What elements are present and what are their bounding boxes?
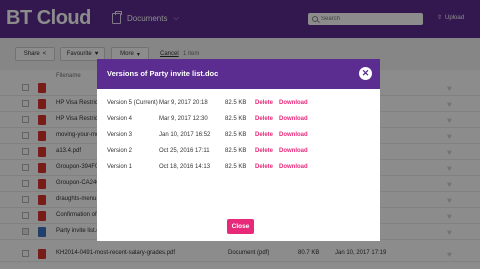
download-version-link[interactable]: Download: [279, 148, 308, 154]
version-size: 82.5 KB: [225, 116, 247, 122]
delete-version-link[interactable]: Delete: [255, 164, 273, 170]
version-size: 82.5 KB: [225, 148, 247, 154]
version-date: Mar 9, 2017 12:30: [159, 116, 208, 122]
version-size: 82.5 KB: [225, 164, 247, 170]
version-date: Mar 9, 2017 20:18: [159, 100, 208, 106]
version-row: Version 4 Mar 9, 2017 12:30 82.5 KB Dele…: [97, 113, 380, 127]
delete-version-link[interactable]: Delete: [255, 116, 273, 122]
dialog-title: Versions of Party invite list.doc: [107, 69, 219, 78]
close-button[interactable]: Close: [227, 219, 254, 234]
version-row: Version 5 (Current) Mar 9, 2017 20:18 82…: [97, 97, 380, 111]
versions-dialog: Versions of Party invite list.doc ✕ Vers…: [97, 59, 380, 241]
download-version-link[interactable]: Download: [279, 132, 308, 138]
dialog-header: Versions of Party invite list.doc ✕: [97, 59, 380, 89]
version-name: Version 5 (Current): [107, 100, 158, 106]
version-row: Version 2 Oct 25, 2016 17:11 82.5 KB Del…: [97, 145, 380, 159]
delete-version-link[interactable]: Delete: [255, 132, 273, 138]
version-name: Version 1: [107, 164, 133, 170]
version-date: Jan 10, 2017 16:52: [159, 132, 211, 138]
version-row: Version 3 Jan 10, 2017 16:52 82.5 KB Del…: [97, 129, 380, 143]
version-size: 82.5 KB: [225, 100, 247, 106]
close-icon[interactable]: ✕: [359, 67, 372, 80]
version-date: Oct 25, 2016 17:11: [159, 148, 210, 154]
version-name: Version 3: [107, 132, 133, 138]
version-name: Version 4: [107, 116, 133, 122]
version-size: 82.5 KB: [225, 132, 247, 138]
delete-version-link[interactable]: Delete: [255, 148, 273, 154]
download-version-link[interactable]: Download: [279, 100, 308, 106]
version-row: Version 1 Oct 18, 2016 14:13 82.5 KB Del…: [97, 161, 380, 175]
download-version-link[interactable]: Download: [279, 116, 308, 122]
delete-version-link[interactable]: Delete: [255, 100, 273, 106]
version-date: Oct 18, 2016 14:13: [159, 164, 211, 170]
version-name: Version 2: [107, 148, 133, 154]
download-version-link[interactable]: Download: [279, 164, 308, 170]
